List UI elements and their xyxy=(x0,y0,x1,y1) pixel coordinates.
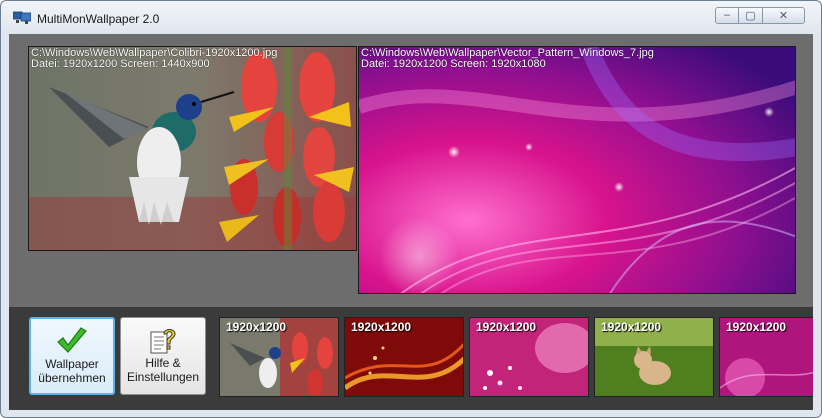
apply-button-label: Wallpaper übernehmen xyxy=(31,357,113,385)
apply-label-line-1: Wallpaper xyxy=(45,357,99,371)
bottom-toolbar: Wallpaper übernehmen Hilfe & Einstellung… xyxy=(9,307,813,410)
help-label-line-1: Hilfe & xyxy=(145,356,181,370)
close-icon: ✕ xyxy=(778,10,789,22)
monitor-preview-2[interactable]: C:\Windows\Web\Wallpaper\Vector_Pattern_… xyxy=(358,46,796,294)
monitor-preview-1[interactable]: C:\Windows\Web\Wallpaper\Colibri-1920x12… xyxy=(28,46,357,251)
maximize-icon: ▢ xyxy=(745,10,756,22)
hummingbird-wallpaper-image xyxy=(29,47,356,250)
apply-label-line-2: übernehmen xyxy=(38,371,106,385)
title-bar[interactable]: MultiMonWallpaper 2.0 – ▢ ✕ xyxy=(1,1,821,35)
minimize-button[interactable]: – xyxy=(715,7,739,24)
thumbnail-red-swirl[interactable]: 1920x1200 xyxy=(344,317,464,397)
monitor-2-file-info: Datei: 1920x1200 Screen: 1920x1080 xyxy=(361,58,546,70)
checkmark-icon xyxy=(57,327,87,353)
window-title: MultiMonWallpaper 2.0 xyxy=(37,12,160,26)
apply-wallpaper-button[interactable]: Wallpaper übernehmen xyxy=(29,317,115,395)
help-settings-button[interactable]: Hilfe & Einstellungen xyxy=(120,317,206,395)
thumbnail-hummingbird[interactable]: 1920x1200 xyxy=(219,317,339,397)
thumbnail-kitten[interactable]: 1920x1200 xyxy=(594,317,714,397)
help-document-icon xyxy=(150,329,176,354)
thumbnail-pink-floral[interactable]: 1920x1200 xyxy=(469,317,589,397)
monitor-preview-area: C:\Windows\Web\Wallpaper\Colibri-1920x12… xyxy=(9,34,813,307)
thumbnail-2-resolution: 1920x1200 xyxy=(351,320,412,334)
maximize-button[interactable]: ▢ xyxy=(738,7,763,24)
thumbnail-4-resolution: 1920x1200 xyxy=(601,320,662,334)
wallpaper-thumbnail-strip[interactable]: 1920x1200 1920x1200 1920x1200 1920x1200 … xyxy=(219,317,813,397)
thumbnail-magenta[interactable]: 1920x1200 xyxy=(719,317,813,397)
thumbnail-5-resolution: 1920x1200 xyxy=(726,320,787,334)
thumbnail-1-resolution: 1920x1200 xyxy=(226,320,287,334)
help-button-label: Hilfe & Einstellungen xyxy=(121,356,205,384)
close-button[interactable]: ✕ xyxy=(762,7,805,24)
thumbnail-3-resolution: 1920x1200 xyxy=(476,320,537,334)
app-window: MultiMonWallpaper 2.0 – ▢ ✕ C:\Windows\W… xyxy=(0,0,822,418)
minimize-icon: – xyxy=(723,9,731,21)
monitor-1-file-info: Datei: 1920x1200 Screen: 1440x900 xyxy=(31,58,210,70)
monitors-app-icon xyxy=(13,11,31,24)
vector-pattern-wallpaper-image xyxy=(359,47,795,293)
help-label-line-2: Einstellungen xyxy=(126,370,200,384)
